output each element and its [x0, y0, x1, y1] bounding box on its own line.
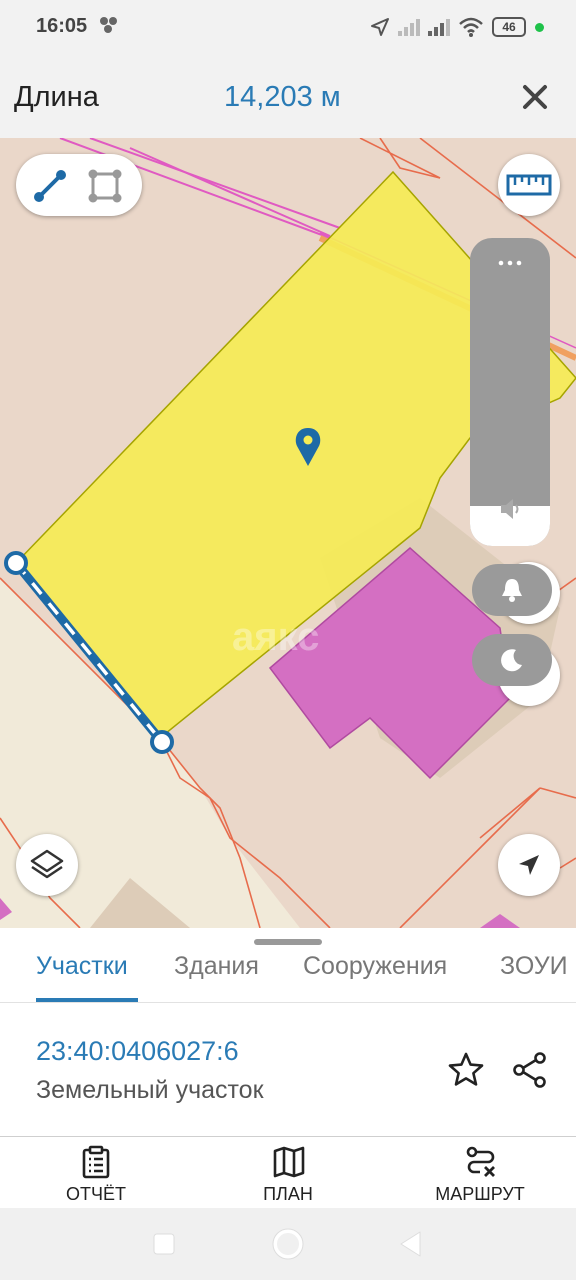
status-time: 16:05	[36, 15, 88, 37]
tab-zoui[interactable]: ЗОУИ	[500, 952, 568, 981]
measure-header: Длина 14,203 м	[0, 56, 576, 138]
share-icon[interactable]	[510, 1050, 550, 1090]
area-tool-icon[interactable]	[86, 168, 124, 204]
nav-plan-label: ПЛАН	[263, 1184, 313, 1204]
measure-value: 14,203 м	[224, 81, 341, 113]
my-location-button[interactable]	[498, 834, 560, 896]
navigation-arrow-icon	[519, 855, 539, 875]
layers-icon	[30, 849, 64, 879]
tab-parcels[interactable]: Участки	[36, 952, 128, 981]
status-bar: 16:05 46	[0, 0, 576, 56]
nav-report[interactable]: ОТЧЁТ	[16, 1137, 176, 1209]
map-watermark: аякс	[232, 615, 319, 659]
star-icon[interactable]	[446, 1050, 486, 1090]
bottom-navigation: ОТЧЁТ ПЛАН МАРШРУТ	[0, 1136, 576, 1208]
tab-buildings[interactable]: Здания	[174, 952, 259, 981]
do-not-disturb-button[interactable]	[472, 634, 552, 686]
info-sheet: Участки Здания Сооружения ЗОУИ 23:40:040…	[0, 928, 576, 1136]
speaker-icon	[501, 499, 519, 519]
object-tabs: Участки Здания Сооружения ЗОУИ	[0, 948, 576, 1002]
ruler-icon	[506, 174, 552, 196]
home-icon[interactable]	[272, 1228, 304, 1260]
more-dots-icon[interactable]	[497, 258, 523, 268]
nav-route-label: МАРШРУТ	[435, 1184, 525, 1204]
bell-icon	[502, 579, 522, 602]
measure-label: Длина	[14, 81, 99, 113]
map-icon	[273, 1146, 305, 1178]
ring-mode-button[interactable]	[472, 564, 552, 616]
recents-icon[interactable]	[152, 1232, 176, 1256]
nav-plan[interactable]: ПЛАН	[208, 1137, 368, 1209]
object-type: Земельный участок	[36, 1076, 264, 1104]
route-icon	[466, 1146, 495, 1177]
signal-icon-2	[428, 19, 450, 36]
cadastral-number[interactable]: 23:40:0406027:6	[36, 1036, 239, 1067]
notification-dots-icon	[100, 17, 117, 33]
measure-point-end[interactable]	[150, 730, 174, 754]
location-arrow-icon	[371, 18, 389, 36]
sheet-divider	[0, 1002, 576, 1003]
signal-icon	[398, 19, 420, 36]
battery-icon: 46	[492, 17, 526, 37]
status-dot	[535, 23, 544, 32]
nav-report-label: ОТЧЁТ	[65, 1184, 126, 1204]
system-navigation-bar	[0, 1208, 576, 1280]
sheet-handle[interactable]	[254, 939, 322, 945]
back-icon[interactable]	[398, 1230, 424, 1258]
nav-route[interactable]: МАРШРУТ	[400, 1137, 560, 1209]
map-view[interactable]: аякс	[0, 138, 576, 928]
measure-tool-switcher	[16, 154, 142, 216]
line-tool-icon[interactable]	[32, 168, 68, 204]
tab-structures[interactable]: Сооружения	[303, 952, 447, 981]
volume-panel[interactable]	[470, 238, 550, 546]
layers-button[interactable]	[16, 834, 78, 896]
ruler-button[interactable]	[498, 154, 560, 216]
clipboard-icon	[82, 1145, 110, 1179]
wifi-icon	[459, 17, 483, 37]
close-icon[interactable]	[518, 80, 552, 114]
moon-icon	[501, 649, 522, 672]
measure-point-start[interactable]	[4, 551, 28, 575]
